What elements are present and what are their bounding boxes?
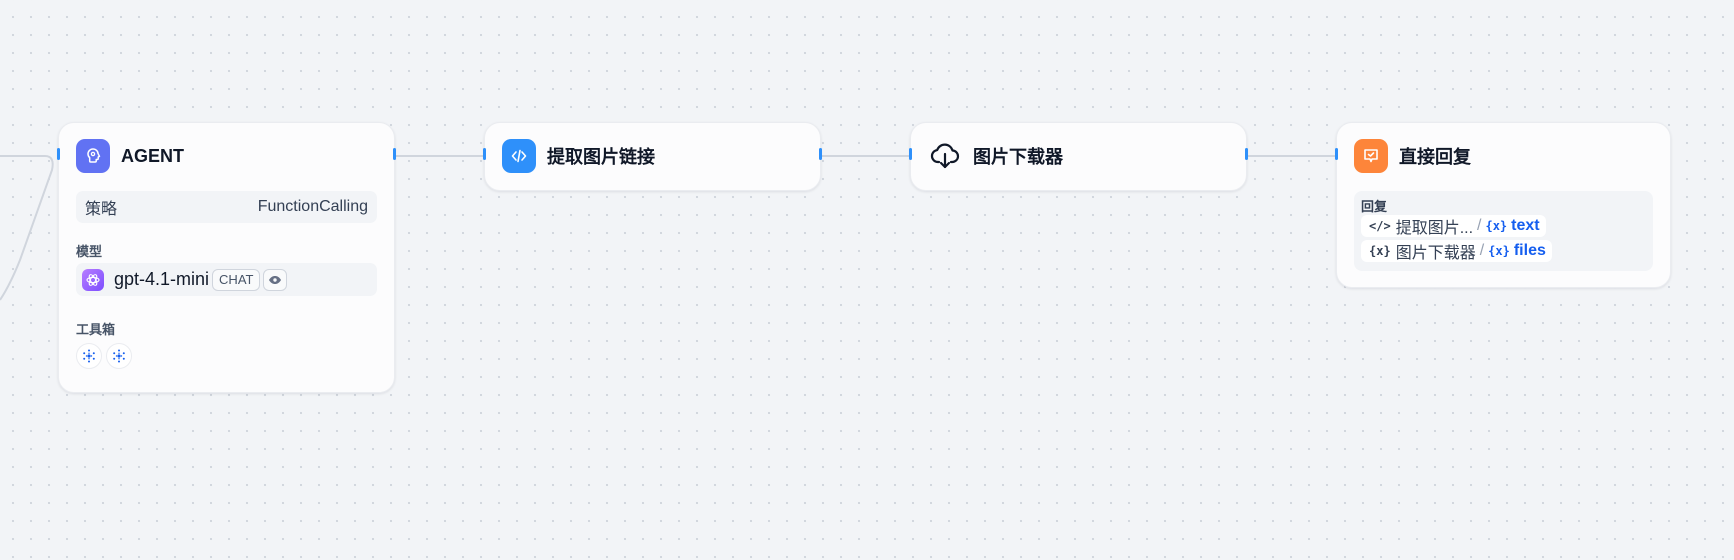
agent-strategy-value: FunctionCalling [257,198,368,215]
variable-icon: {x} [1488,244,1510,258]
reply-variable-text[interactable]: </> 提取图片... / {x} text [1361,215,1546,237]
cloud-download-icon [928,139,962,173]
reply-node-title: 直接回复 [1399,147,1471,167]
agent-model-name: gpt-4.1-mini [114,269,210,289]
agent-brain-icon [76,139,110,173]
downloader-input-handle[interactable] [909,148,912,160]
reply-variable-files[interactable]: {x} 图片下载器 / {x} files [1361,240,1552,262]
agent-node-header: AGENT [76,139,394,173]
downloader-node-title: 图片下载器 [973,147,1063,167]
variable-node-icon: {x} [1369,244,1391,258]
downloader-output-handle[interactable] [1245,148,1248,160]
variable-name: files [1513,242,1546,259]
agent-node-title: AGENT [121,145,184,166]
image-downloader-node[interactable]: 图片下载器 [909,122,1248,191]
reply-label: 回复 [1361,199,1388,214]
openai-icon [82,268,104,291]
variable-source-node: 图片下载器 [1395,245,1476,262]
variable-separator: / [1477,217,1482,234]
agent-strategy-label: 策略 [85,201,118,218]
agent-toolbox-label: 工具箱 [76,322,116,337]
extract-node-header: 提取图片链接 [502,139,820,173]
tool-icon[interactable] [106,343,132,369]
model-mode-badge: CHAT [212,268,261,291]
extract-node-title: 提取图片链接 [547,147,655,167]
agent-model-label: 模型 [76,244,103,259]
reply-input-handle[interactable] [1335,148,1338,160]
extract-links-node[interactable]: 提取图片链接 [483,122,822,191]
extract-input-handle[interactable] [483,148,486,160]
agent-strategy-row: 策略 FunctionCalling [76,191,377,223]
variable-name: text [1511,217,1540,234]
code-icon: </> [1369,219,1391,233]
extract-output-handle[interactable] [819,148,822,160]
agent-node[interactable]: AGENT 策略 FunctionCalling 模型 gpt-4.1-mini… [57,122,396,393]
reply-content-box[interactable]: 回复 </> 提取图片... / {x} text {x} 图片下载器 / {x… [1354,191,1653,271]
variable-separator: / [1479,242,1485,259]
agent-output-handle[interactable] [393,148,396,160]
code-icon [502,139,536,173]
reply-icon [1354,139,1388,173]
eye-icon [263,268,288,291]
direct-reply-node[interactable]: 直接回复 回复 </> 提取图片... / {x} text {x} 图片下载器… [1335,122,1671,288]
tool-icon[interactable] [76,343,102,369]
variable-icon: {x} [1485,219,1508,233]
agent-input-handle[interactable] [57,148,60,160]
reply-node-header: 直接回复 [1354,139,1670,173]
variable-source-node: 提取图片... [1395,220,1474,237]
downloader-node-header: 图片下载器 [928,139,1246,173]
edge-incoming-to-agent [0,155,54,301]
agent-model-row[interactable]: gpt-4.1-mini CHAT [76,263,377,296]
